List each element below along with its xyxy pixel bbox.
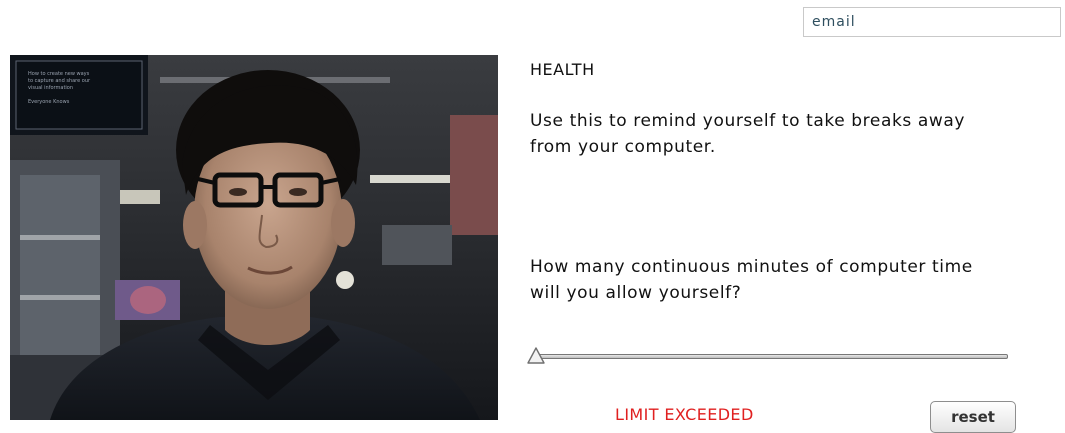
- poster-text: How to create new ways: [28, 71, 90, 77]
- slider-thumb[interactable]: [526, 346, 546, 366]
- reset-button[interactable]: reset: [930, 401, 1016, 433]
- webcam-image: How to create new ways to capture and sh…: [10, 55, 498, 420]
- poster-text: Everyone Knows: [28, 99, 70, 105]
- limit-status: LIMIT EXCEEDED: [615, 405, 754, 424]
- poster-text: visual information: [28, 85, 73, 91]
- section-title: HEALTH: [530, 60, 595, 79]
- description-text: Use this to remind yourself to take brea…: [530, 111, 966, 157]
- minutes-slider[interactable]: [526, 346, 1010, 368]
- limit-question: How many continuous minutes of computer …: [530, 257, 973, 303]
- poster-text: to capture and share our: [28, 78, 91, 84]
- webcam-feed: How to create new ways to capture and sh…: [10, 55, 498, 420]
- email-input[interactable]: [803, 7, 1061, 37]
- slider-track[interactable]: [534, 354, 1008, 359]
